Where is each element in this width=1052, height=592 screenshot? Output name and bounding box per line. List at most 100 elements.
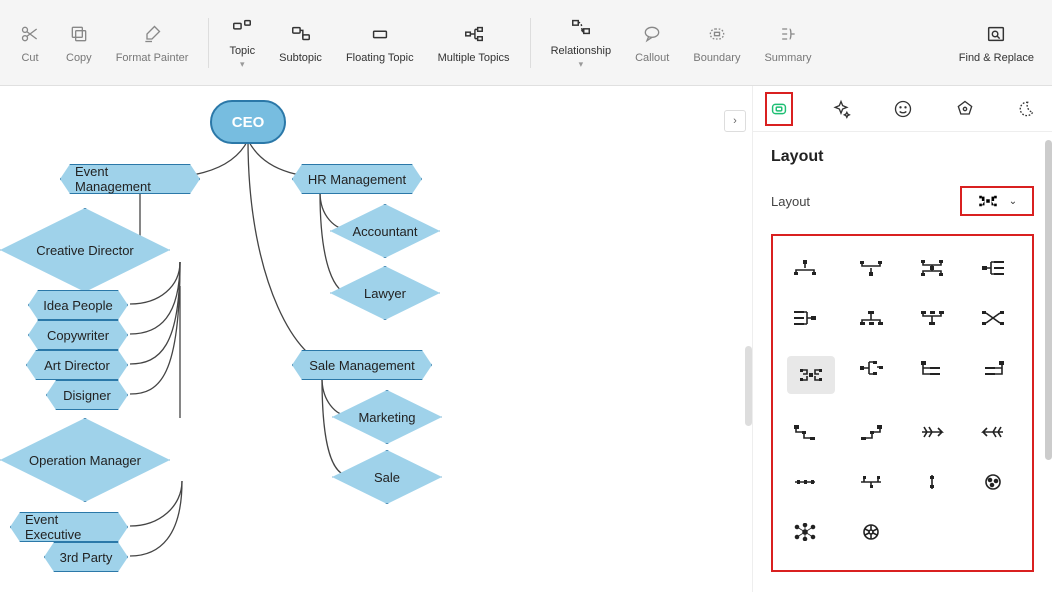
layout-opt-fishbone-right[interactable] bbox=[914, 420, 950, 444]
node-copywriter[interactable]: Copywriter bbox=[28, 320, 128, 350]
find-replace-icon bbox=[984, 22, 1008, 46]
topic-label: Topic bbox=[229, 45, 255, 57]
layout-options-grid bbox=[771, 234, 1034, 572]
node-3rd-party[interactable]: 3rd Party bbox=[44, 542, 128, 572]
layout-opt-timeline-vertical[interactable] bbox=[914, 470, 950, 494]
subtopic-icon bbox=[289, 22, 313, 46]
floating-topic-button[interactable]: Floating Topic bbox=[336, 18, 424, 68]
topic-icon bbox=[230, 15, 254, 39]
summary-icon bbox=[776, 22, 800, 46]
layout-opt-radial-down[interactable] bbox=[787, 256, 823, 280]
relationship-button[interactable]: Relationship ▾ bbox=[541, 11, 622, 74]
node-idea-people[interactable]: Idea People bbox=[28, 290, 128, 320]
layout-opt-fishbone-left[interactable] bbox=[975, 420, 1011, 444]
layout-opt-outline-left[interactable] bbox=[975, 356, 1011, 380]
paintbrush-icon bbox=[140, 22, 164, 46]
topic-button[interactable]: Topic ▾ bbox=[219, 11, 265, 74]
layout-tab[interactable] bbox=[765, 92, 793, 126]
separator bbox=[208, 18, 209, 68]
layout-opt-tree-right[interactable] bbox=[975, 256, 1011, 280]
scissors-icon bbox=[18, 22, 42, 46]
more-tab[interactable] bbox=[1012, 92, 1040, 126]
layout-opt-dual-vertical[interactable] bbox=[914, 256, 950, 280]
panel-tabs bbox=[753, 86, 1052, 132]
ribbon-toolbar: Cut Copy Format Painter Topic ▾ Subtopic… bbox=[0, 0, 1052, 86]
boundary-button[interactable]: Boundary bbox=[683, 18, 750, 68]
layout-tab-icon bbox=[768, 98, 790, 120]
copy-icon bbox=[67, 22, 91, 46]
layout-dropdown[interactable]: ⌄ bbox=[960, 186, 1034, 216]
panel-scrollbar-thumb[interactable] bbox=[1045, 140, 1052, 460]
moon-icon bbox=[1016, 99, 1036, 119]
subtopic-button[interactable]: Subtopic bbox=[269, 18, 332, 68]
layout-opt-timeline-horizontal[interactable] bbox=[787, 470, 823, 494]
layout-opt-org-up[interactable] bbox=[914, 306, 950, 330]
node-event-executive[interactable]: Event Executive bbox=[10, 512, 128, 542]
panel-collapse-button[interactable]: › bbox=[724, 110, 746, 132]
copy-button[interactable]: Copy bbox=[56, 18, 102, 68]
find-replace-label: Find & Replace bbox=[959, 52, 1034, 64]
layout-label: Layout bbox=[771, 194, 810, 209]
layout-opt-timeline-dual[interactable] bbox=[853, 470, 889, 494]
format-painter-label: Format Painter bbox=[116, 52, 189, 64]
layout-opt-step-right[interactable] bbox=[787, 420, 823, 444]
separator bbox=[530, 18, 531, 68]
node-sale-management[interactable]: Sale Management bbox=[292, 350, 432, 380]
panel-title: Layout bbox=[771, 148, 1034, 166]
emoji-tab[interactable] bbox=[889, 92, 917, 126]
cut-button[interactable]: Cut bbox=[8, 18, 52, 68]
layout-opt-radial-up[interactable] bbox=[853, 256, 889, 280]
find-replace-button[interactable]: Find & Replace bbox=[949, 18, 1044, 68]
floating-topic-icon bbox=[368, 22, 392, 46]
callout-button[interactable]: Callout bbox=[625, 18, 679, 68]
layout-opt-step-left[interactable] bbox=[853, 420, 889, 444]
layout-opt-map-right[interactable] bbox=[853, 356, 889, 380]
style-tab[interactable] bbox=[827, 92, 855, 126]
layout-opt-outline-right[interactable] bbox=[914, 356, 950, 380]
summary-label: Summary bbox=[764, 52, 811, 64]
node-ceo[interactable]: CEO bbox=[210, 100, 286, 144]
chevron-down-icon: ▾ bbox=[240, 59, 245, 70]
layout-opt-bubble[interactable] bbox=[975, 470, 1011, 494]
node-art-director[interactable]: Art Director bbox=[26, 350, 128, 380]
multiple-topics-button[interactable]: Multiple Topics bbox=[428, 18, 520, 68]
node-operation-manager[interactable]: Operation Manager bbox=[0, 418, 170, 502]
layout-opt-network[interactable] bbox=[787, 520, 823, 544]
floating-topic-label: Floating Topic bbox=[346, 52, 414, 64]
layout-opt-org-down[interactable] bbox=[853, 306, 889, 330]
multiple-topics-label: Multiple Topics bbox=[438, 52, 510, 64]
layout-current-icon bbox=[977, 194, 999, 208]
node-event-management[interactable]: Event Management bbox=[60, 164, 200, 194]
node-accountant[interactable]: Accountant bbox=[330, 204, 440, 258]
layout-opt-wheel[interactable] bbox=[853, 520, 889, 544]
canvas-scrollbar-thumb[interactable] bbox=[745, 346, 752, 426]
layout-opt-tree-left[interactable] bbox=[787, 306, 823, 330]
multiple-topics-icon bbox=[462, 22, 486, 46]
summary-button[interactable]: Summary bbox=[754, 18, 821, 68]
node-sale[interactable]: Sale bbox=[332, 450, 442, 504]
callout-label: Callout bbox=[635, 52, 669, 64]
format-panel: Layout Layout ⌄ bbox=[752, 86, 1052, 592]
boundary-label: Boundary bbox=[693, 52, 740, 64]
layout-opt-x-layout[interactable] bbox=[975, 306, 1011, 330]
chevron-down-icon: ▾ bbox=[579, 59, 584, 70]
node-marketing[interactable]: Marketing bbox=[332, 390, 442, 444]
node-hr-management[interactable]: HR Management bbox=[292, 164, 422, 194]
chevron-down-icon: ⌄ bbox=[1009, 196, 1017, 207]
format-painter-button[interactable]: Format Painter bbox=[106, 18, 199, 68]
boundary-icon bbox=[705, 22, 729, 46]
pentagon-icon bbox=[955, 99, 975, 119]
copy-label: Copy bbox=[66, 52, 92, 64]
mindmap-canvas[interactable]: CEO Event Management HR Management Creat… bbox=[0, 86, 752, 592]
node-disigner[interactable]: Disigner bbox=[46, 380, 128, 410]
layout-opt-map-balanced[interactable] bbox=[787, 356, 835, 394]
node-lawyer[interactable]: Lawyer bbox=[330, 266, 440, 320]
relationship-label: Relationship bbox=[551, 45, 612, 57]
relationship-icon bbox=[569, 15, 593, 39]
smiley-icon bbox=[893, 99, 913, 119]
theme-tab[interactable] bbox=[951, 92, 979, 126]
callout-icon bbox=[640, 22, 664, 46]
node-creative-director[interactable]: Creative Director bbox=[0, 208, 170, 292]
subtopic-label: Subtopic bbox=[279, 52, 322, 64]
cut-label: Cut bbox=[21, 52, 38, 64]
